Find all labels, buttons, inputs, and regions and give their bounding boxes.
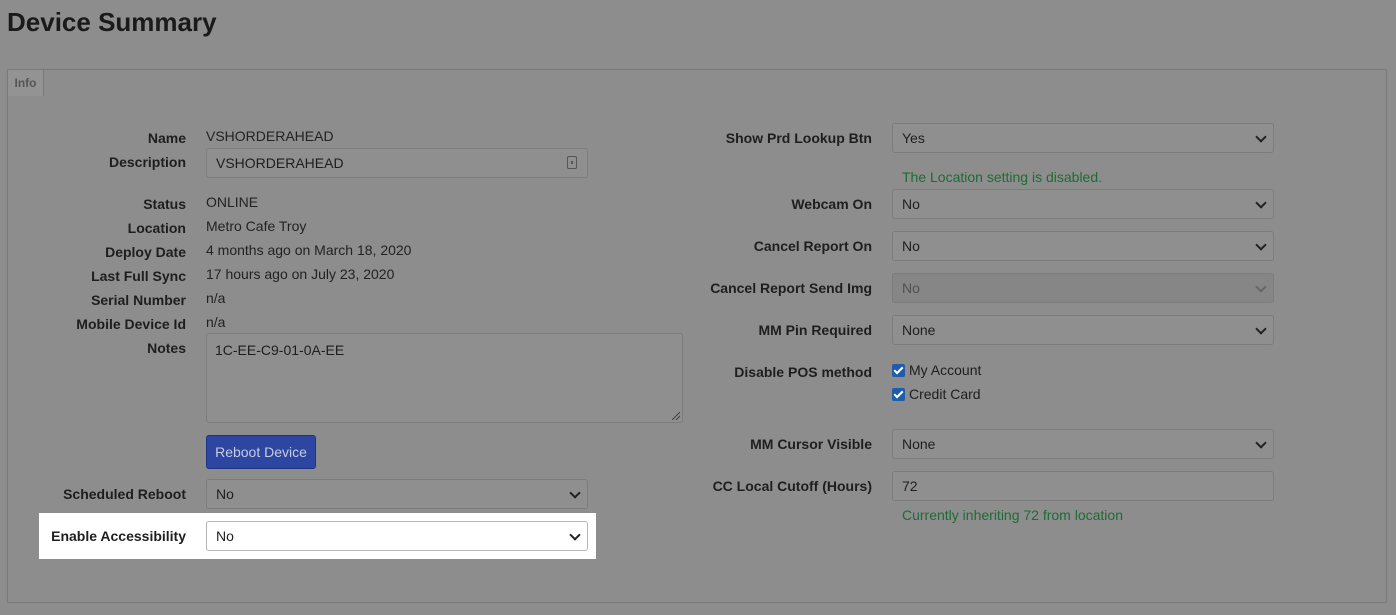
chevron-down-icon xyxy=(1255,437,1267,449)
mm-cursor-visible-label: MM Cursor Visible xyxy=(750,436,872,452)
description-input-value: VSHORDERAHEAD xyxy=(216,155,344,171)
my-account-checkbox-row[interactable]: My Account xyxy=(892,362,981,378)
credit-card-label: Credit Card xyxy=(909,386,981,402)
cc-local-cutoff-value: 72 xyxy=(902,478,918,494)
checkbox-checked-icon[interactable] xyxy=(892,363,905,377)
chevron-down-icon xyxy=(1255,323,1267,335)
cc-local-cutoff-input[interactable]: 72 xyxy=(892,471,1274,501)
show-prd-lookup-value: Yes xyxy=(902,130,925,146)
webcam-on-label: Webcam On xyxy=(791,196,872,212)
cancel-report-send-img-label: Cancel Report Send Img xyxy=(710,280,872,296)
mm-pin-required-value: None xyxy=(902,322,936,338)
scheduled-reboot-label: Scheduled Reboot xyxy=(63,486,186,502)
serial-number-value: n/a xyxy=(206,290,226,306)
enable-accessibility-select[interactable]: No xyxy=(206,521,588,551)
webcam-on-select[interactable]: No xyxy=(892,189,1274,219)
tab-info[interactable]: Info xyxy=(7,69,44,96)
show-prd-lookup-select[interactable]: Yes xyxy=(892,123,1274,153)
scheduled-reboot-select[interactable]: No xyxy=(206,479,588,509)
chevron-down-icon xyxy=(569,529,581,541)
mobile-device-id-value: n/a xyxy=(206,314,226,330)
cc-local-cutoff-label: CC Local Cutoff (Hours) xyxy=(712,478,872,494)
location-label: Location xyxy=(127,220,186,236)
cancel-report-send-img-select[interactable]: No xyxy=(892,273,1274,303)
mm-cursor-visible-select[interactable]: None xyxy=(892,429,1274,459)
chevron-down-icon xyxy=(1255,239,1267,251)
show-prd-lookup-label: Show Prd Lookup Btn xyxy=(725,130,872,146)
webcam-on-value: No xyxy=(902,196,920,212)
cutoff-inherit-note: Currently inheriting 72 from location xyxy=(902,507,1123,523)
last-full-sync-label: Last Full Sync xyxy=(91,268,186,284)
mm-pin-required-select[interactable]: None xyxy=(892,315,1274,345)
mobile-device-id-label: Mobile Device Id xyxy=(76,316,186,332)
last-full-sync-value: 17 hours ago on July 23, 2020 xyxy=(206,266,395,282)
disable-pos-method-label: Disable POS method xyxy=(734,364,872,380)
deploy-date-value: 4 months ago on March 18, 2020 xyxy=(206,242,412,258)
serial-number-label: Serial Number xyxy=(91,292,186,308)
cancel-report-on-value: No xyxy=(902,238,920,254)
checkbox-checked-icon[interactable] xyxy=(892,387,905,401)
name-label: Name xyxy=(147,130,186,146)
notes-textarea[interactable]: 1C-EE-C9-01-0A-EE xyxy=(206,333,683,423)
notes-value: 1C-EE-C9-01-0A-EE xyxy=(215,342,345,358)
enable-accessibility-value: No xyxy=(216,528,234,544)
chevron-down-icon xyxy=(569,487,581,499)
status-value: ONLINE xyxy=(206,194,259,210)
mm-cursor-visible-value: None xyxy=(902,436,936,452)
my-account-label: My Account xyxy=(909,362,982,378)
cancel-report-on-label: Cancel Report On xyxy=(753,238,872,254)
reboot-device-button[interactable]: Reboot Device xyxy=(206,435,316,469)
resize-handle[interactable] xyxy=(672,412,680,420)
enable-accessibility-label: Enable Accessibility xyxy=(51,528,186,544)
chevron-down-icon xyxy=(1255,131,1267,143)
cancel-report-on-select[interactable]: No xyxy=(892,231,1274,261)
status-label: Status xyxy=(143,196,186,212)
scheduled-reboot-value: No xyxy=(216,486,234,502)
description-input[interactable]: VSHORDERAHEAD xyxy=(206,148,588,178)
page-title: Device Summary xyxy=(7,7,217,37)
location-setting-note: The Location setting is disabled. xyxy=(902,169,1103,185)
description-label: Description xyxy=(108,154,186,170)
cancel-report-send-img-value: No xyxy=(902,280,920,296)
lock-icon[interactable] xyxy=(567,156,577,169)
chevron-down-icon xyxy=(1255,197,1267,209)
chevron-down-icon xyxy=(1255,281,1267,293)
mm-pin-required-label: MM Pin Required xyxy=(758,322,872,338)
location-value: Metro Cafe Troy xyxy=(206,218,307,234)
deploy-date-label: Deploy Date xyxy=(105,244,186,260)
credit-card-checkbox-row[interactable]: Credit Card xyxy=(892,386,981,402)
name-value: VSHORDERAHEAD xyxy=(206,128,334,144)
notes-label: Notes xyxy=(147,340,186,356)
